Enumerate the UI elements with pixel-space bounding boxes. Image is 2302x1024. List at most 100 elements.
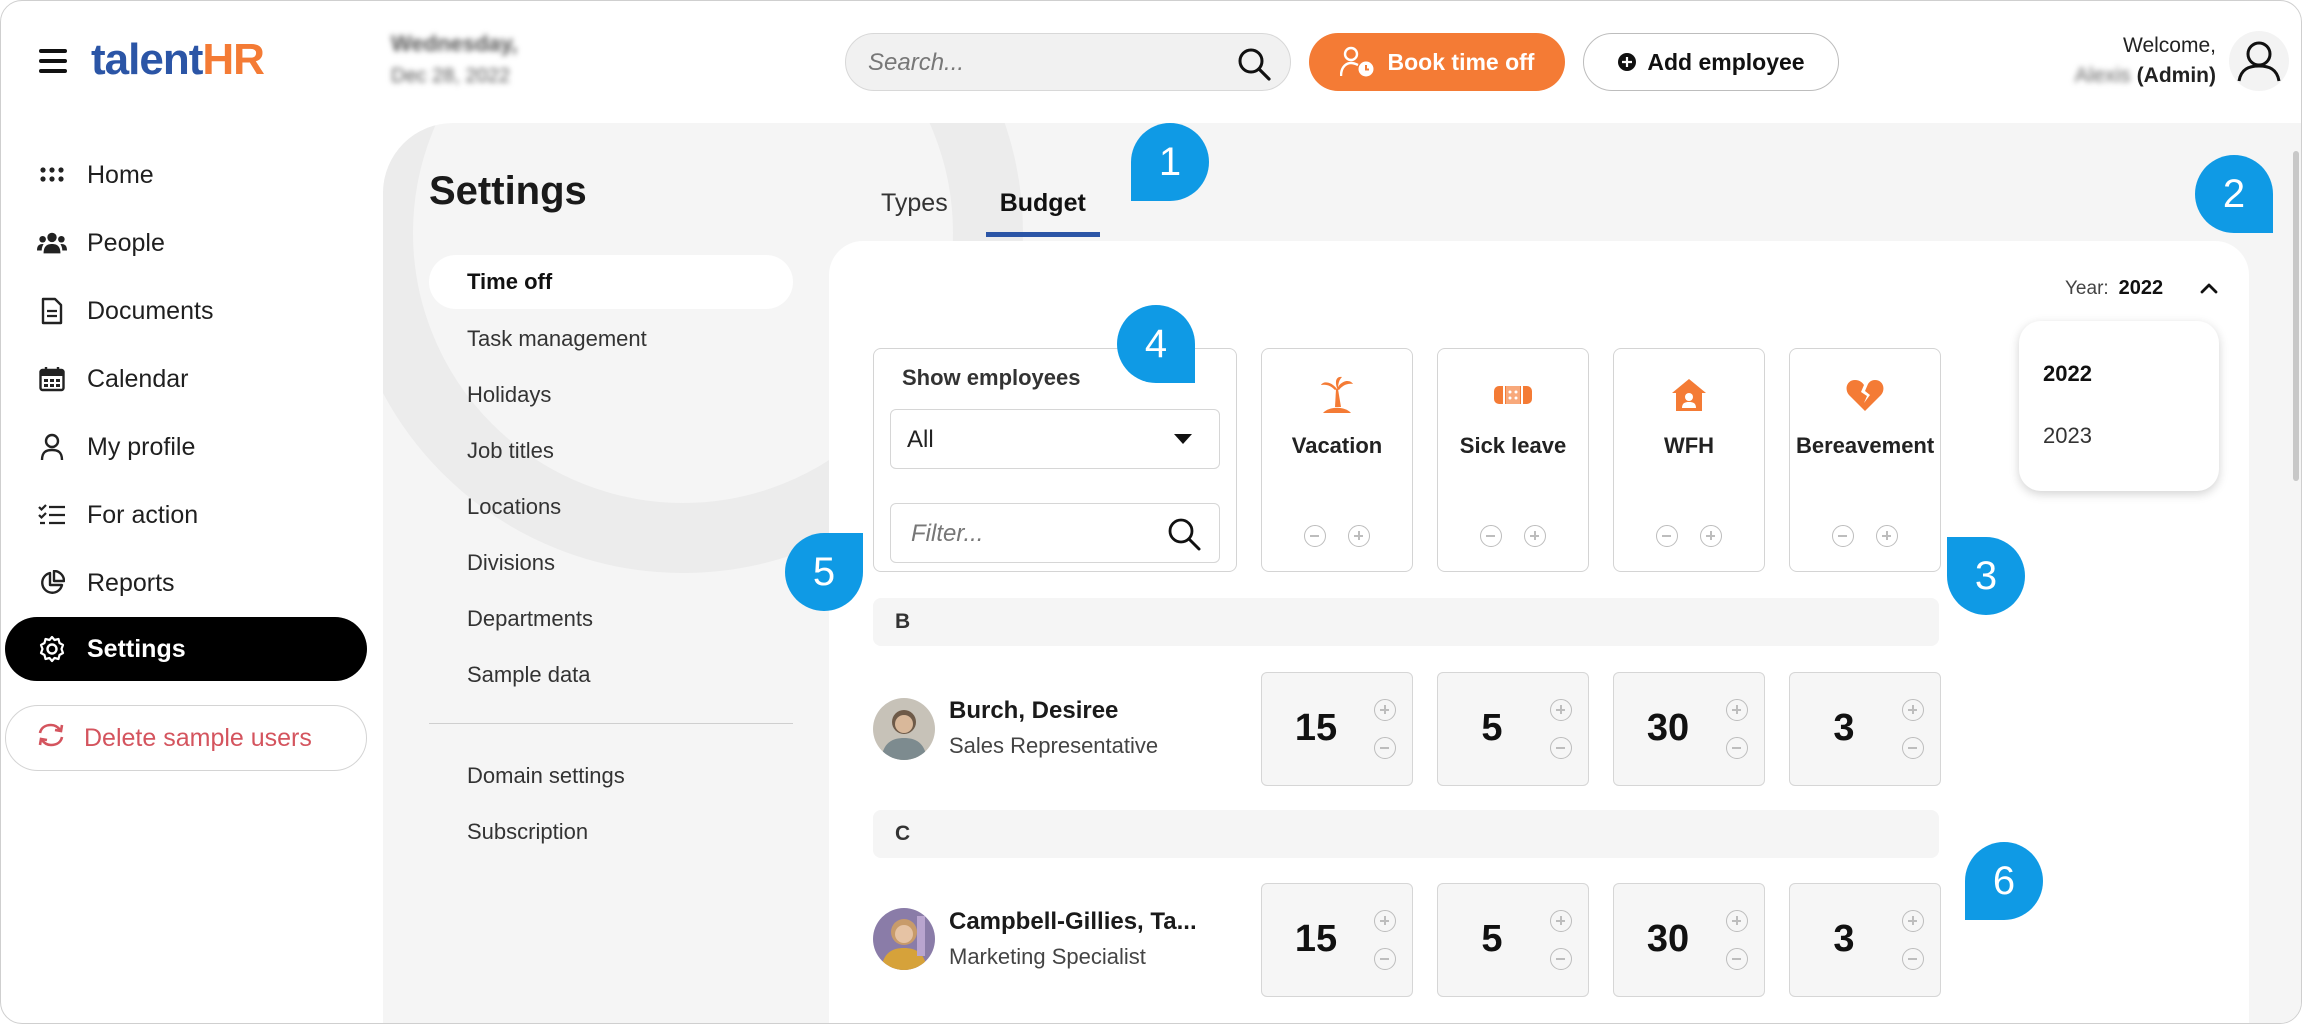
sidebar-item-for-action[interactable]: For action (1, 481, 381, 549)
sidebar-nav: Home People Documents Calendar My profil… (1, 141, 381, 681)
search-icon[interactable] (1236, 46, 1272, 82)
budget-value-vacation: 15 (1261, 672, 1413, 786)
minus-circle-icon[interactable] (1550, 948, 1572, 970)
user-icon (2237, 41, 2281, 82)
minus-circle-icon[interactable] (1656, 525, 1678, 547)
global-search (845, 33, 1291, 91)
plus-circle-icon[interactable] (1550, 699, 1572, 721)
plus-circle-icon[interactable] (1726, 910, 1748, 932)
plus-circle-icon[interactable] (1374, 910, 1396, 932)
settings-item-subscription[interactable]: Subscription (429, 804, 793, 860)
year-dropdown: 2022 2023 (2019, 321, 2219, 491)
settings-item-holidays[interactable]: Holidays (429, 367, 793, 423)
search-icon[interactable] (1165, 515, 1203, 553)
callout-2: 2 (2195, 155, 2273, 233)
type-card-bereavement: Bereavement (1789, 348, 1941, 572)
employee-title: Sales Representative (949, 733, 1159, 758)
minus-circle-icon[interactable] (1480, 525, 1502, 547)
type-card-wfh: WFH (1613, 348, 1765, 572)
plus-circle-icon[interactable] (1700, 525, 1722, 547)
user-avatar[interactable] (2229, 31, 2289, 91)
plus-circle-icon (1618, 53, 1637, 71)
delete-sample-users-button[interactable]: Delete sample users (5, 705, 367, 771)
minus-circle-icon[interactable] (1304, 525, 1326, 547)
year-selector[interactable]: Year: 2022 (2065, 277, 2163, 300)
callout-4: 4 (1117, 305, 1195, 383)
callout-6: 6 (1965, 842, 2043, 920)
employee-name[interactable]: Burch, Desiree (949, 697, 1118, 725)
search-input[interactable] (866, 46, 1230, 80)
callout-3: 3 (1947, 537, 2025, 615)
settings-item-time-off[interactable]: Time off (429, 255, 793, 309)
settings-item-divisions[interactable]: Divisions (429, 535, 793, 591)
document-icon (37, 296, 67, 326)
plus-circle-icon[interactable] (1902, 910, 1924, 932)
settings-item-domain-settings[interactable]: Domain settings (429, 748, 793, 804)
minus-circle-icon[interactable] (1832, 525, 1854, 547)
user-clock-icon (1339, 46, 1374, 77)
caret-down-icon (1174, 434, 1192, 444)
budget-value-wfh: 30 (1613, 672, 1765, 786)
type-card-vacation: Vacation (1261, 348, 1413, 572)
plus-circle-icon[interactable] (1550, 910, 1572, 932)
chevron-up-icon[interactable] (2199, 279, 2219, 297)
app-logo[interactable]: talentHR (91, 35, 265, 85)
avatar (873, 908, 935, 970)
minus-circle-icon[interactable] (1902, 737, 1924, 759)
employee-name[interactable]: Campbell-Gillies, Ta... (949, 908, 1197, 936)
settings-item-departments[interactable]: Departments (429, 591, 793, 647)
settings-item-sample-data[interactable]: Sample data (429, 647, 793, 703)
calendar-icon (37, 364, 67, 394)
tab-types[interactable]: Types (881, 181, 948, 237)
sidebar-item-home[interactable]: Home (1, 141, 381, 209)
page-title: Settings (429, 169, 587, 213)
minus-circle-icon[interactable] (1550, 737, 1572, 759)
bandage-icon (1494, 386, 1532, 404)
callout-5: 5 (785, 533, 863, 611)
refresh-icon (36, 722, 66, 755)
year-option-2023[interactable]: 2023 (2043, 423, 2092, 449)
grid-icon (37, 160, 67, 190)
checklist-icon (37, 500, 67, 530)
sidebar-item-settings[interactable]: Settings (5, 617, 367, 681)
minus-circle-icon[interactable] (1726, 948, 1748, 970)
sidebar-item-my-profile[interactable]: My profile (1, 413, 381, 481)
show-employees-select[interactable]: All (890, 409, 1220, 469)
palm-tree-icon (1321, 376, 1353, 413)
employee-title: Marketing Specialist (949, 944, 1146, 969)
employee-filter (890, 503, 1220, 563)
pie-chart-icon (37, 568, 67, 598)
sidebar-item-people[interactable]: People (1, 209, 381, 277)
minus-circle-icon[interactable] (1374, 737, 1396, 759)
group-header-c: C (873, 810, 1939, 858)
filter-input[interactable] (909, 518, 1163, 550)
plus-circle-icon[interactable] (1876, 525, 1898, 547)
plus-circle-icon[interactable] (1524, 525, 1546, 547)
budget-value-bereavement: 3 (1789, 883, 1941, 997)
minus-circle-icon[interactable] (1902, 948, 1924, 970)
sidebar-item-calendar[interactable]: Calendar (1, 345, 381, 413)
user-icon (37, 432, 67, 462)
minus-circle-icon[interactable] (1374, 948, 1396, 970)
broken-heart-icon (1846, 380, 1884, 411)
gear-icon (37, 634, 67, 664)
plus-circle-icon[interactable] (1374, 699, 1396, 721)
plus-circle-icon[interactable] (1726, 699, 1748, 721)
settings-tabs: Types Budget (881, 181, 1152, 237)
plus-circle-icon[interactable] (1348, 525, 1370, 547)
settings-item-locations[interactable]: Locations (429, 479, 793, 535)
book-time-off-button[interactable]: Book time off (1309, 33, 1565, 91)
hamburger-menu-icon[interactable] (39, 49, 67, 73)
add-employee-button[interactable]: Add employee (1583, 33, 1839, 91)
sidebar-item-reports[interactable]: Reports (1, 549, 381, 617)
year-option-2022[interactable]: 2022 (2043, 361, 2092, 387)
scrollbar[interactable] (2293, 151, 2299, 481)
tab-budget[interactable]: Budget (985, 181, 1100, 237)
plus-circle-icon[interactable] (1902, 699, 1924, 721)
minus-circle-icon[interactable] (1726, 737, 1748, 759)
sidebar-item-documents[interactable]: Documents (1, 277, 381, 345)
house-icon (1672, 379, 1706, 411)
settings-item-job-titles[interactable]: Job titles (429, 423, 793, 479)
settings-item-task-management[interactable]: Task management (429, 311, 793, 367)
avatar (873, 698, 935, 760)
